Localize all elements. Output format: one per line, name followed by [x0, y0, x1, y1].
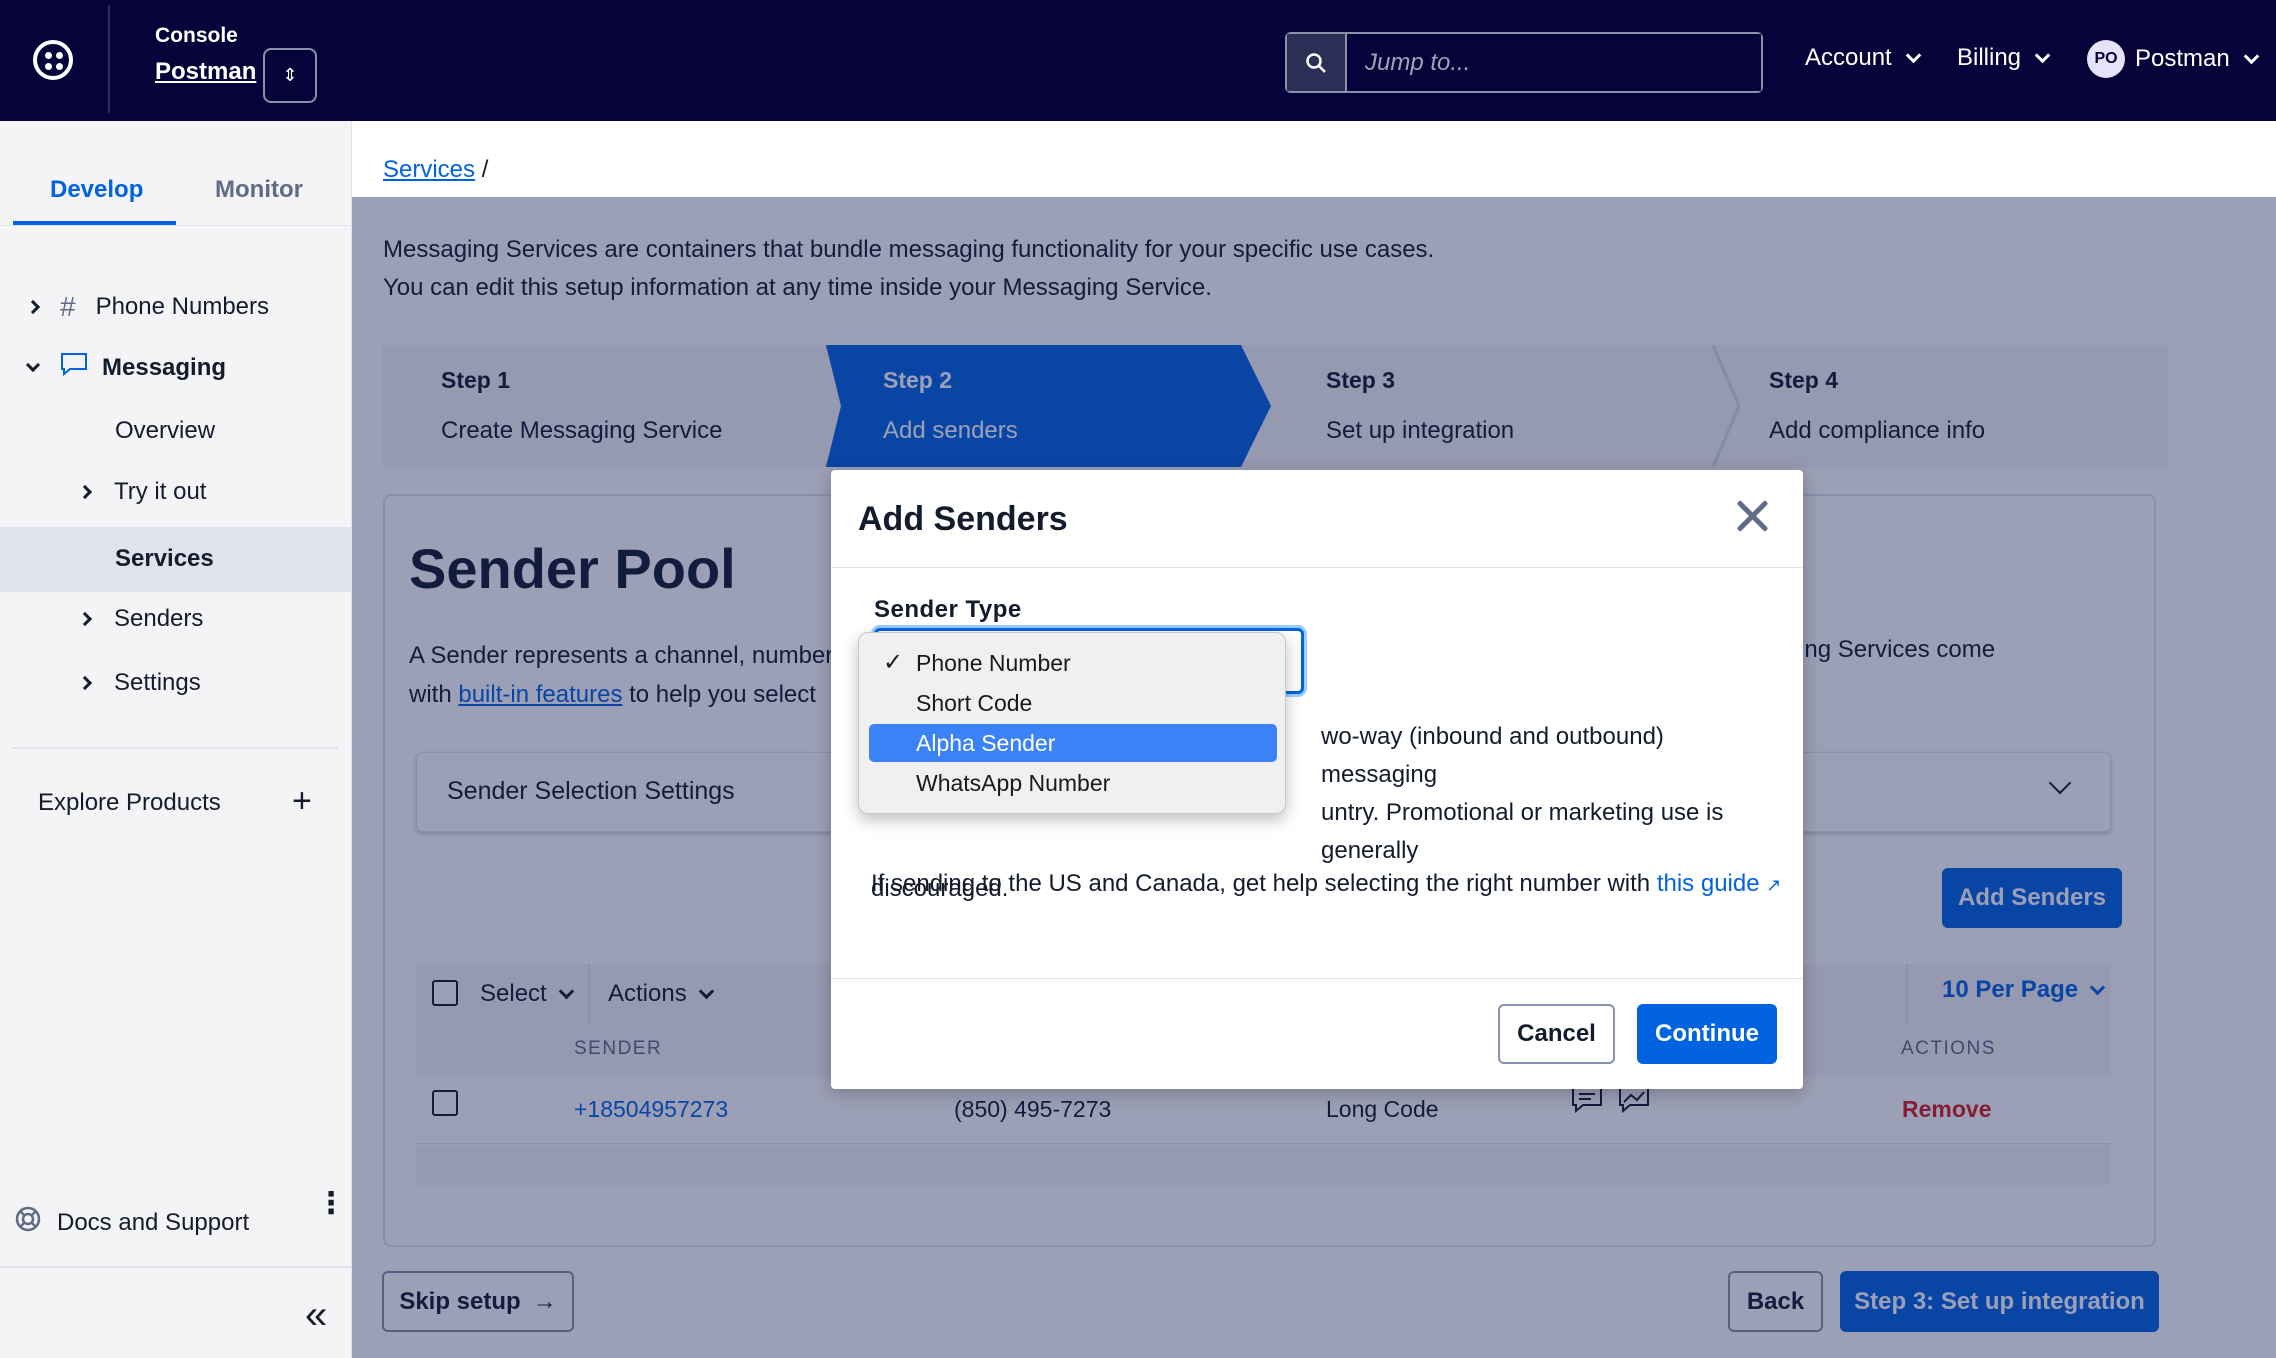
- breadcrumb-services-link[interactable]: Services: [383, 156, 475, 183]
- docs-support-link[interactable]: Docs and Support: [14, 1205, 249, 1240]
- option-short-code[interactable]: Short Code: [869, 684, 1277, 722]
- option-label: Phone Number: [916, 650, 1071, 676]
- chevron-right-icon: [77, 611, 93, 627]
- help-text: If sending to the US and Canada, get hel…: [871, 870, 1781, 898]
- breadcrumb-separator: /: [481, 156, 489, 183]
- billing-menu[interactable]: Billing: [1957, 44, 2051, 72]
- external-link-icon: ↗: [1766, 875, 1782, 895]
- checkmark-icon: ✓: [883, 649, 904, 676]
- sidebar-item-phone-numbers[interactable]: # Phone Numbers: [25, 291, 270, 323]
- cancel-button[interactable]: Cancel: [1498, 1004, 1615, 1064]
- lifebuoy-icon: [14, 1205, 42, 1240]
- guide-link-label: this guide: [1656, 870, 1760, 897]
- divider: [108, 5, 110, 113]
- option-phone-number[interactable]: ✓ Phone Number: [869, 644, 1277, 682]
- option-alpha-sender[interactable]: Alpha Sender: [869, 724, 1277, 762]
- sidebar-item-senders[interactable]: Senders: [77, 605, 204, 633]
- close-icon[interactable]: [1734, 498, 1770, 534]
- console-label: Console: [155, 24, 238, 47]
- continue-button[interactable]: Continue: [1637, 1004, 1777, 1064]
- sidebar-item-label: Phone Numbers: [95, 293, 270, 320]
- search-icon[interactable]: [1287, 34, 1347, 91]
- collapse-sidebar-icon[interactable]: «: [305, 1293, 327, 1338]
- help-text-label: If sending to the US and Canada, get hel…: [871, 870, 1651, 897]
- chat-icon: [60, 352, 88, 383]
- account-switcher-button[interactable]: ⇕: [263, 48, 317, 103]
- sender-type-dropdown-menu: ✓ Phone Number Short Code Alpha Sender W…: [858, 632, 1286, 814]
- chevron-down-icon: [2243, 48, 2259, 64]
- divider: [0, 1266, 351, 1268]
- sidebar-item-label: Senders: [114, 605, 204, 632]
- sidebar: Develop Monitor # Phone Numbers Messagin…: [0, 121, 352, 1358]
- sidebar-item-try-it-out[interactable]: Try it out: [77, 478, 207, 506]
- chevron-right-icon: [77, 484, 93, 500]
- plus-icon[interactable]: +: [292, 782, 312, 821]
- more-options-icon[interactable]: ⋮: [316, 1189, 346, 1219]
- account-menu[interactable]: Account: [1805, 44, 1921, 72]
- avatar: PO: [2087, 40, 2125, 78]
- chevron-down-icon: [2034, 47, 2051, 63]
- chevron-down-icon: [25, 357, 41, 372]
- sidebar-item-services[interactable]: Services: [115, 545, 214, 573]
- tab-develop[interactable]: Develop: [50, 176, 143, 204]
- docs-support-label: Docs and Support: [57, 1208, 250, 1236]
- account-name-link[interactable]: Postman: [155, 58, 256, 86]
- chevron-right-icon: [25, 299, 41, 315]
- option-whatsapp-number[interactable]: WhatsApp Number: [869, 764, 1277, 802]
- breadcrumb: Services /: [383, 156, 488, 184]
- divider: [831, 978, 1803, 979]
- hash-icon: #: [60, 291, 76, 322]
- modal-header: Add Senders: [831, 470, 1803, 568]
- sort-icon: ⇕: [282, 65, 298, 85]
- user-name: Postman: [2135, 45, 2230, 72]
- sidebar-item-overview[interactable]: Overview: [115, 417, 215, 445]
- modal-title: Add Senders: [858, 500, 1068, 538]
- account-menu-label: Account: [1805, 44, 1892, 71]
- divider: [13, 747, 338, 749]
- billing-menu-label: Billing: [1957, 44, 2022, 71]
- chevron-right-icon: [77, 675, 93, 691]
- sidebar-item-label: Messaging: [102, 353, 227, 381]
- sidebar-item-messaging[interactable]: Messaging: [25, 352, 227, 383]
- user-menu[interactable]: PO Postman: [2087, 40, 2259, 78]
- this-guide-link[interactable]: this guide ↗: [1657, 870, 1782, 897]
- sidebar-item-settings[interactable]: Settings: [77, 669, 201, 697]
- top-bar: Console Postman ⇕ Account Billing PO Pos…: [0, 0, 2276, 121]
- search-bar: [1285, 32, 1763, 93]
- search-input[interactable]: [1347, 34, 1761, 91]
- tab-monitor[interactable]: Monitor: [215, 176, 303, 204]
- twilio-logo-icon[interactable]: [33, 40, 73, 80]
- chevron-down-icon: [1905, 47, 1921, 63]
- divider: [0, 225, 352, 226]
- explore-products-link[interactable]: Explore Products: [38, 789, 221, 817]
- sender-type-label: Sender Type: [874, 596, 1022, 623]
- sidebar-item-label: Settings: [114, 669, 201, 696]
- sidebar-item-label: Try it out: [114, 478, 207, 505]
